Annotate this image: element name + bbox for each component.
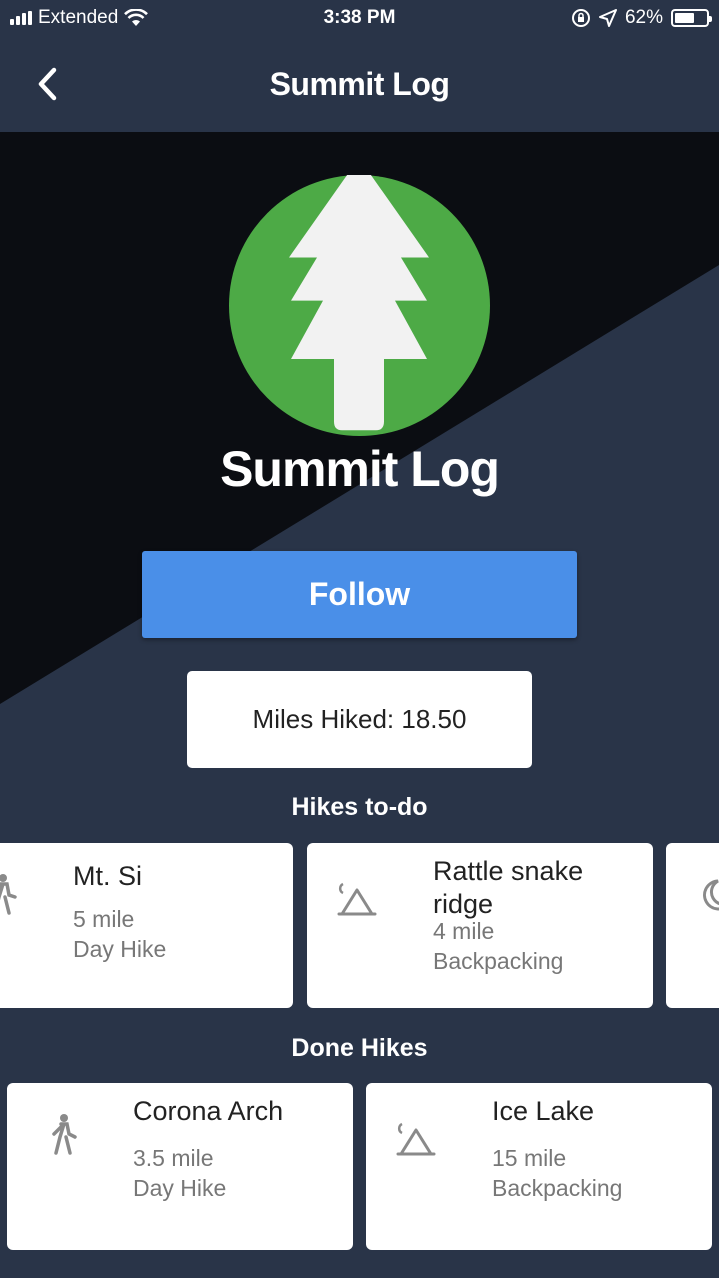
hike-type: Day Hike bbox=[133, 1175, 227, 1201]
hike-type: Backpacking bbox=[433, 948, 564, 974]
hike-name: Rattle snake ridge bbox=[433, 856, 584, 919]
hike-type: Backpacking bbox=[492, 1175, 623, 1201]
pine-tree-icon bbox=[289, 158, 429, 431]
done-hike-card[interactable]: Ice Lake 15 mile Backpacking bbox=[366, 1083, 712, 1250]
done-section-title: Done Hikes bbox=[291, 1034, 428, 1062]
todo-section-title: Hikes to-do bbox=[291, 793, 428, 821]
hike-distance: 4 mile bbox=[433, 918, 495, 944]
profile-hero: Summit Log Follow bbox=[0, 132, 719, 708]
hike-type: Day Hike bbox=[73, 936, 167, 962]
profile-name: Summit Log bbox=[220, 441, 500, 497]
nav-title: Summit Log bbox=[269, 66, 450, 102]
orientation-lock-icon bbox=[571, 9, 590, 27]
tent-icon bbox=[396, 1122, 436, 1156]
hike-name: Ice Lake bbox=[492, 1096, 595, 1126]
todo-hike-card[interactable]: Mt. Si 5 mile Day Hike bbox=[0, 843, 293, 1008]
hike-distance: 3.5 mile bbox=[133, 1145, 214, 1171]
done-hike-card[interactable]: Corona Arch 3.5 mile Day Hike bbox=[7, 1083, 353, 1250]
battery-icon bbox=[671, 9, 712, 27]
battery-percent: 62% bbox=[624, 7, 663, 28]
miles-hiked-card: Miles Hiked: 18.50 bbox=[187, 671, 532, 768]
hike-name: Mt. Si bbox=[73, 861, 143, 891]
nav-bar: Summit Log bbox=[0, 38, 719, 132]
hike-name: Corona Arch bbox=[133, 1096, 284, 1126]
tent-icon bbox=[337, 882, 377, 916]
hike-distance: 5 mile bbox=[73, 906, 135, 932]
moon-icon bbox=[703, 879, 719, 911]
hike-distance: 15 mile bbox=[492, 1145, 567, 1171]
status-bar: Extended 3:38 PM 62% bbox=[0, 0, 719, 38]
follow-button[interactable]: Follow bbox=[142, 551, 577, 638]
todo-hike-card[interactable]: Rattle snake ridge 4 mile Backpacking bbox=[307, 843, 653, 1008]
hiker-icon bbox=[52, 1114, 77, 1155]
hiker-icon bbox=[0, 874, 17, 915]
status-right: 62% bbox=[571, 7, 712, 29]
profile-logo bbox=[229, 158, 490, 436]
miles-hiked-text: Miles Hiked: 18.50 bbox=[252, 704, 467, 734]
location-arrow-icon bbox=[598, 9, 617, 27]
battery-level bbox=[675, 13, 694, 23]
todo-hike-card[interactable] bbox=[666, 843, 719, 1008]
